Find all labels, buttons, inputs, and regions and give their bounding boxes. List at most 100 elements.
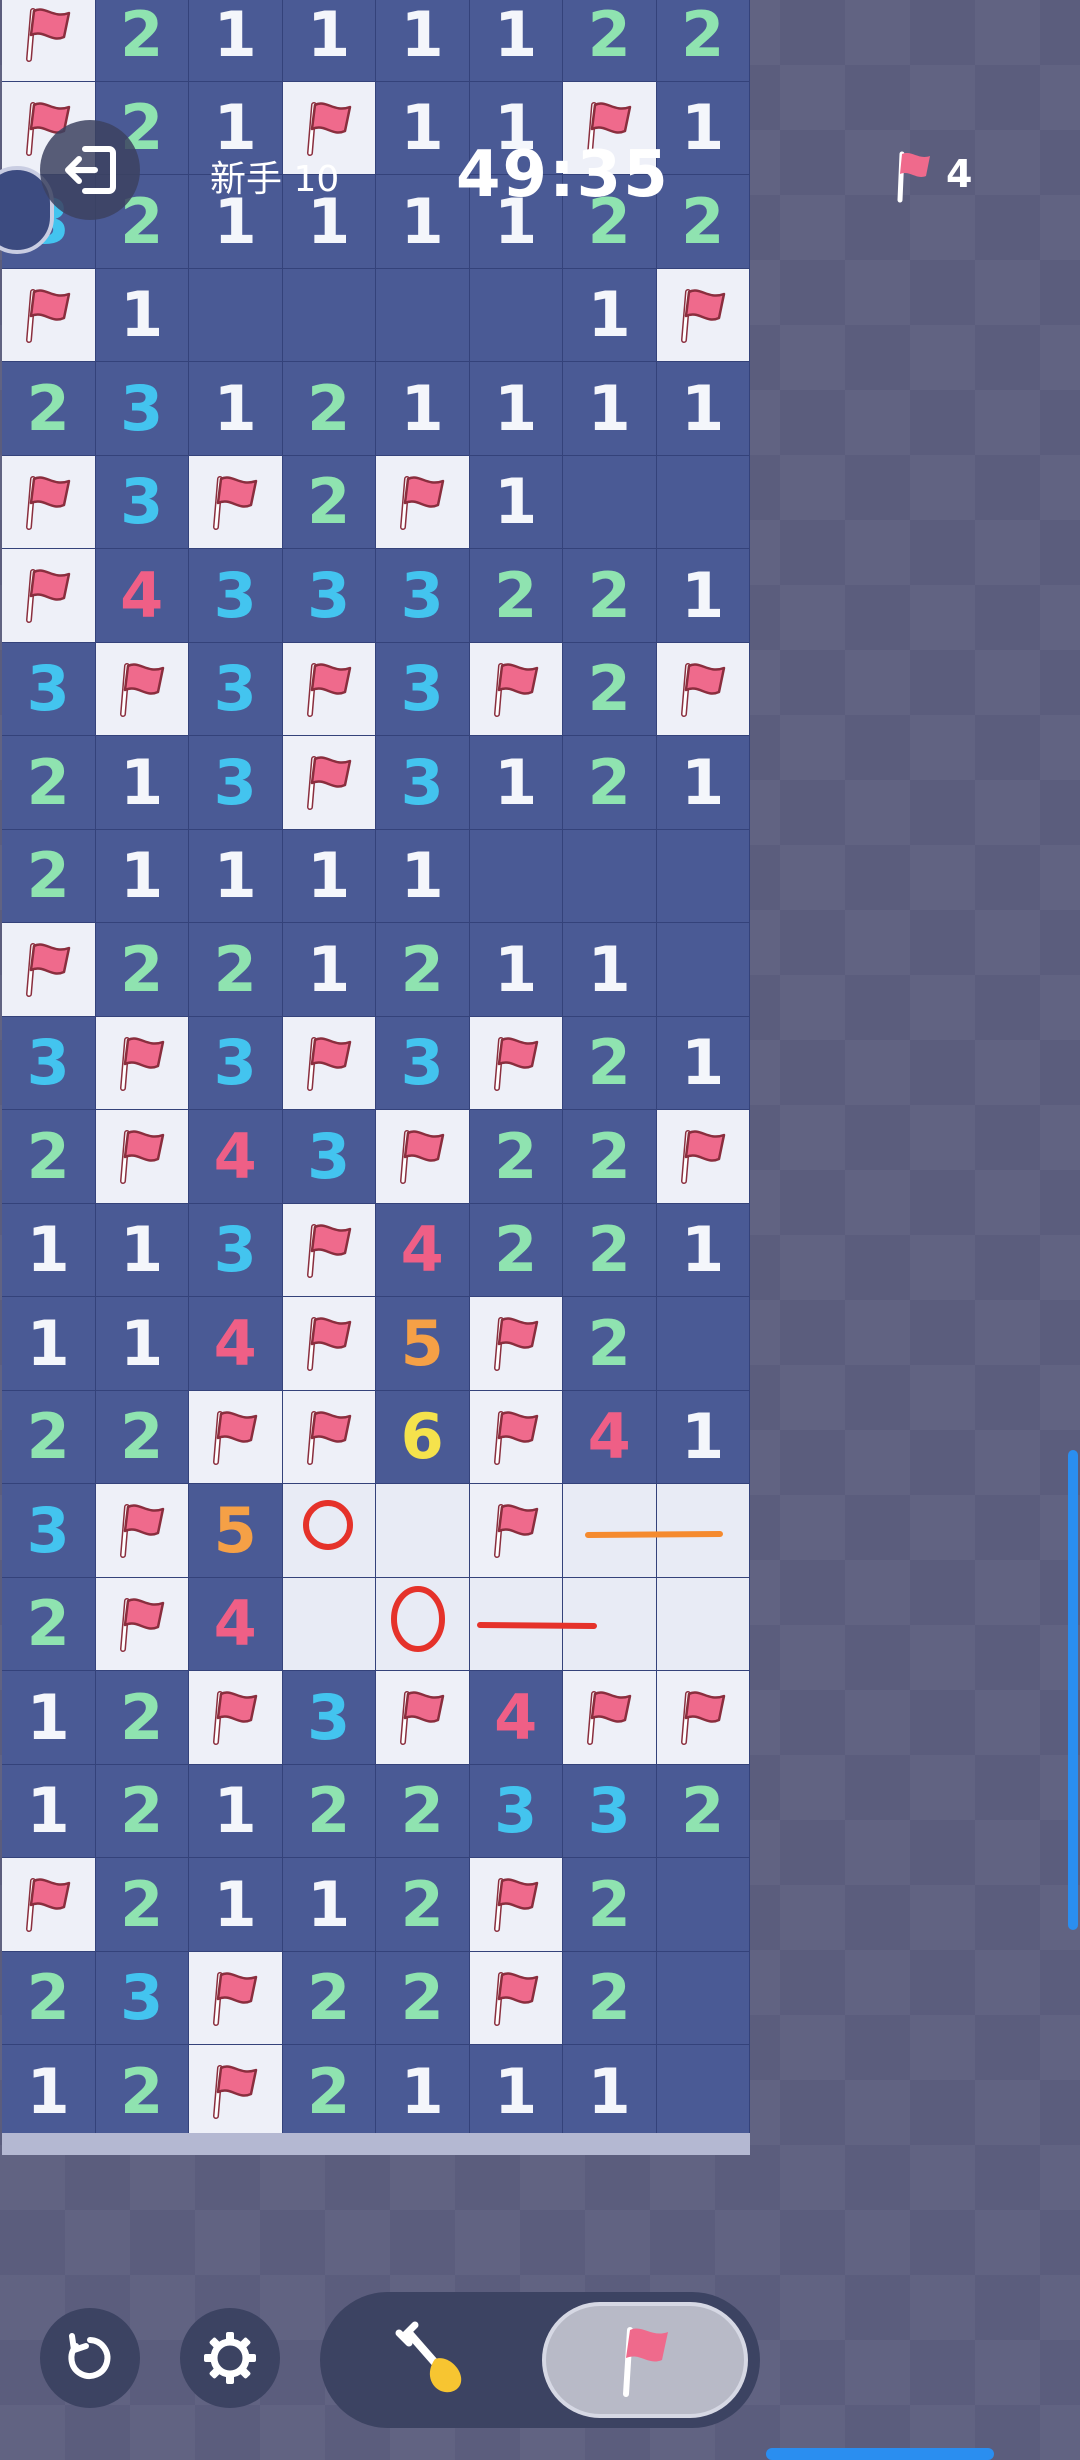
empty-cell[interactable] bbox=[563, 455, 657, 549]
number-cell[interactable]: 3 bbox=[2, 1016, 96, 1110]
empty-cell[interactable] bbox=[656, 1951, 750, 2045]
revealed-empty-cell[interactable] bbox=[376, 1577, 470, 1671]
number-cell[interactable]: 1 bbox=[2, 1671, 96, 1765]
flagged-cell[interactable] bbox=[469, 1951, 563, 2045]
empty-cell[interactable] bbox=[656, 1297, 750, 1391]
number-cell[interactable]: 2 bbox=[282, 455, 376, 549]
empty-cell[interactable] bbox=[656, 455, 750, 549]
number-cell[interactable]: 1 bbox=[376, 829, 470, 923]
number-cell[interactable]: 1 bbox=[656, 736, 750, 830]
number-cell[interactable]: 1 bbox=[282, 1858, 376, 1952]
flagged-cell[interactable] bbox=[189, 1671, 283, 1765]
revealed-empty-cell[interactable] bbox=[563, 1577, 657, 1671]
number-cell[interactable]: 1 bbox=[656, 362, 750, 456]
flagged-cell[interactable] bbox=[656, 1671, 750, 1765]
number-cell[interactable]: 3 bbox=[95, 1951, 189, 2045]
number-cell[interactable]: 2 bbox=[563, 1297, 657, 1391]
number-cell[interactable]: 1 bbox=[189, 0, 283, 82]
number-cell[interactable]: 2 bbox=[656, 1764, 750, 1858]
number-cell[interactable]: 1 bbox=[469, 736, 563, 830]
number-cell[interactable]: 1 bbox=[656, 549, 750, 643]
number-cell[interactable]: 2 bbox=[2, 829, 96, 923]
number-cell[interactable]: 2 bbox=[95, 1858, 189, 1952]
number-cell[interactable]: 2 bbox=[469, 1203, 563, 1297]
number-cell[interactable]: 3 bbox=[376, 736, 470, 830]
number-cell[interactable]: 1 bbox=[2, 1297, 96, 1391]
settings-button[interactable] bbox=[180, 2308, 280, 2408]
number-cell[interactable]: 1 bbox=[2, 2045, 96, 2139]
flagged-cell[interactable] bbox=[2, 549, 96, 643]
number-cell[interactable]: 4 bbox=[189, 1110, 283, 1204]
empty-cell[interactable] bbox=[469, 829, 563, 923]
revealed-empty-cell[interactable] bbox=[376, 1484, 470, 1578]
number-cell[interactable]: 2 bbox=[656, 0, 750, 82]
flag-mode-button[interactable] bbox=[542, 2302, 748, 2418]
number-cell[interactable]: 1 bbox=[563, 923, 657, 1017]
number-cell[interactable]: 2 bbox=[95, 0, 189, 82]
number-cell[interactable]: 4 bbox=[469, 1671, 563, 1765]
flagged-cell[interactable] bbox=[656, 1110, 750, 1204]
flagged-cell[interactable] bbox=[95, 642, 189, 736]
number-cell[interactable]: 3 bbox=[189, 549, 283, 643]
number-cell[interactable]: 4 bbox=[189, 1297, 283, 1391]
flagged-cell[interactable] bbox=[469, 1484, 563, 1578]
number-cell[interactable]: 2 bbox=[282, 2045, 376, 2139]
flagged-cell[interactable] bbox=[376, 455, 470, 549]
number-cell[interactable]: 2 bbox=[95, 2045, 189, 2139]
number-cell[interactable]: 3 bbox=[376, 549, 470, 643]
number-cell[interactable]: 1 bbox=[469, 2045, 563, 2139]
number-cell[interactable]: 3 bbox=[282, 1671, 376, 1765]
flagged-cell[interactable] bbox=[376, 1671, 470, 1765]
scrollbar[interactable] bbox=[1068, 1450, 1078, 1930]
number-cell[interactable]: 5 bbox=[189, 1484, 283, 1578]
number-cell[interactable]: 2 bbox=[95, 1764, 189, 1858]
empty-cell[interactable] bbox=[563, 829, 657, 923]
number-cell[interactable]: 1 bbox=[656, 1016, 750, 1110]
flagged-cell[interactable] bbox=[95, 1484, 189, 1578]
number-cell[interactable]: 2 bbox=[563, 642, 657, 736]
number-cell[interactable]: 3 bbox=[95, 362, 189, 456]
number-cell[interactable]: 2 bbox=[563, 0, 657, 82]
number-cell[interactable]: 1 bbox=[2, 1764, 96, 1858]
number-cell[interactable]: 2 bbox=[2, 736, 96, 830]
number-cell[interactable]: 2 bbox=[563, 736, 657, 830]
number-cell[interactable]: 1 bbox=[189, 1764, 283, 1858]
flagged-cell[interactable] bbox=[189, 1390, 283, 1484]
number-cell[interactable]: 1 bbox=[95, 1297, 189, 1391]
revealed-empty-cell[interactable] bbox=[282, 1577, 376, 1671]
number-cell[interactable]: 3 bbox=[2, 642, 96, 736]
empty-cell[interactable] bbox=[282, 268, 376, 362]
number-cell[interactable]: 2 bbox=[282, 1951, 376, 2045]
empty-cell[interactable] bbox=[656, 1858, 750, 1952]
number-cell[interactable]: 1 bbox=[469, 0, 563, 82]
flagged-cell[interactable] bbox=[95, 1110, 189, 1204]
exit-button[interactable] bbox=[40, 120, 140, 220]
number-cell[interactable]: 2 bbox=[282, 362, 376, 456]
number-cell[interactable]: 2 bbox=[563, 1858, 657, 1952]
number-cell[interactable]: 3 bbox=[376, 1016, 470, 1110]
number-cell[interactable]: 3 bbox=[189, 736, 283, 830]
dig-mode-button[interactable] bbox=[340, 2306, 520, 2414]
number-cell[interactable]: 2 bbox=[2, 1577, 96, 1671]
number-cell[interactable]: 3 bbox=[282, 549, 376, 643]
flagged-cell[interactable] bbox=[282, 1203, 376, 1297]
number-cell[interactable]: 2 bbox=[469, 1110, 563, 1204]
number-cell[interactable]: 2 bbox=[563, 549, 657, 643]
number-cell[interactable]: 6 bbox=[376, 1390, 470, 1484]
flagged-cell[interactable] bbox=[469, 1016, 563, 1110]
flagged-cell[interactable] bbox=[656, 268, 750, 362]
number-cell[interactable]: 1 bbox=[656, 1390, 750, 1484]
flagged-cell[interactable] bbox=[282, 642, 376, 736]
number-cell[interactable]: 1 bbox=[376, 362, 470, 456]
number-cell[interactable]: 1 bbox=[95, 1203, 189, 1297]
number-cell[interactable]: 2 bbox=[563, 1016, 657, 1110]
number-cell[interactable]: 4 bbox=[95, 549, 189, 643]
number-cell[interactable]: 4 bbox=[189, 1577, 283, 1671]
flagged-cell[interactable] bbox=[656, 642, 750, 736]
revealed-empty-cell[interactable] bbox=[282, 1484, 376, 1578]
flagged-cell[interactable] bbox=[2, 0, 96, 82]
flagged-cell[interactable] bbox=[282, 1297, 376, 1391]
number-cell[interactable]: 3 bbox=[189, 1016, 283, 1110]
number-cell[interactable]: 1 bbox=[189, 829, 283, 923]
revealed-empty-cell[interactable] bbox=[656, 1577, 750, 1671]
